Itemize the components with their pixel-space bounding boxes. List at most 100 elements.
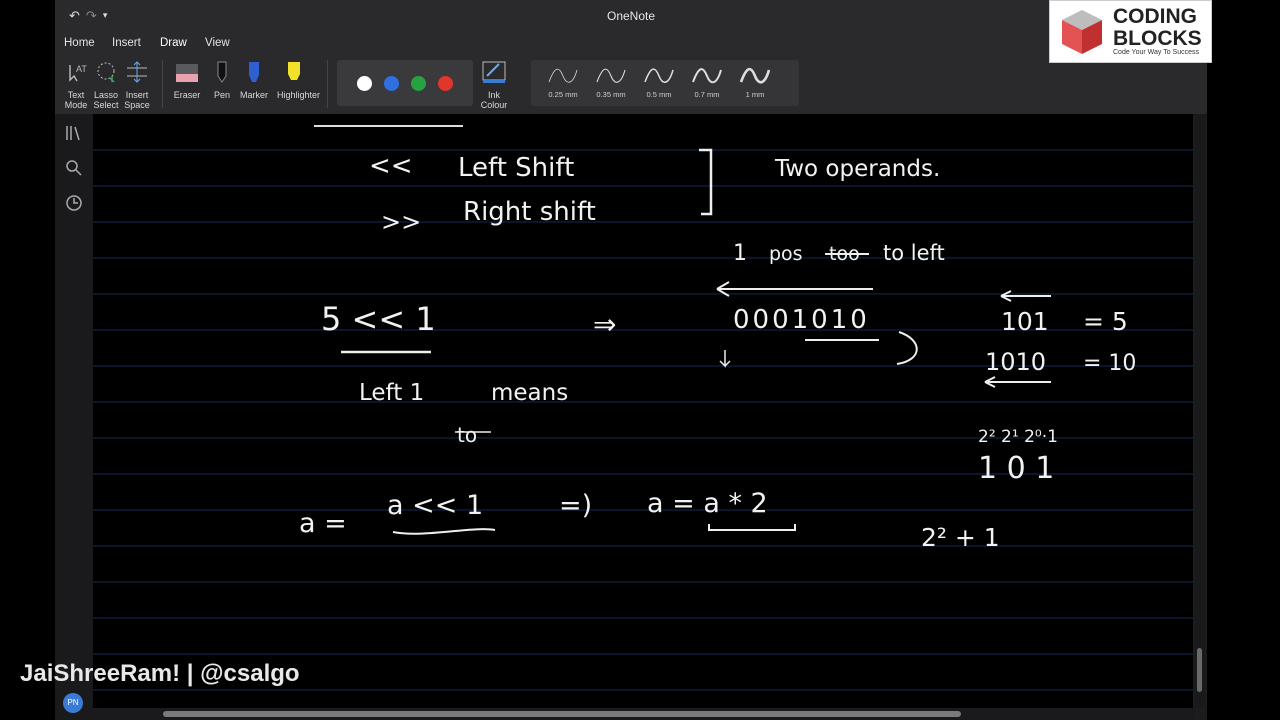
lasso-select-button[interactable]: Lasso Select (89, 60, 123, 110)
ink-color-palette (337, 60, 473, 106)
logo-tagline: Code Your Way To Success (1113, 49, 1199, 56)
vertical-scrollbar[interactable] (1195, 114, 1205, 708)
ribbon-tabs: Home Insert Draw View (55, 32, 1207, 56)
text-cursor-icon: AT (69, 64, 87, 82)
eraser-label: Eraser (173, 90, 201, 100)
ink-drawing[interactable]: << Left Shift >> Right shift Two operand… (93, 114, 1193, 708)
note-to-left: to left (883, 241, 945, 265)
title-bar: ↶ ↷ ▾ OneNote (55, 0, 1207, 32)
ribbon-divider (327, 60, 328, 108)
highlighter-button[interactable]: Highlighter (277, 60, 321, 100)
pen-button[interactable]: Pen (205, 60, 239, 100)
stroke-icon (739, 67, 771, 84)
history-icon[interactable] (65, 194, 83, 212)
note-equals-10: = 10 (1083, 351, 1136, 376)
thickness-label: 0.25 mm (548, 90, 578, 99)
stroke-icon (644, 68, 674, 83)
note-implies: =) (559, 490, 592, 521)
window-title: OneNote (606, 9, 656, 23)
marker-button[interactable]: Marker (237, 60, 271, 100)
tab-view[interactable]: View (205, 37, 230, 49)
note-two-operands: Two operands. (774, 156, 940, 182)
left-arrow-stroke (1000, 290, 1051, 302)
horizontal-scrollbar[interactable] (93, 708, 1195, 720)
note-a-shift: a << 1 (387, 490, 483, 521)
thickness-025-button[interactable]: 0.25 mm (541, 64, 585, 99)
thickness-035-button[interactable]: 0.35 mm (589, 64, 633, 99)
rule-lines (93, 149, 1193, 691)
color-white-swatch[interactable] (357, 76, 372, 91)
note-right-shift: Right shift (463, 197, 596, 227)
lasso-icon (97, 62, 115, 83)
note-pos-number: 1 (733, 241, 747, 266)
navigation-sidebar (55, 114, 94, 720)
note-left-1: Left 1 (359, 380, 424, 406)
note-powers: 2² 2¹ 2⁰·1 (978, 427, 1058, 447)
ink-colour-icon (482, 61, 506, 83)
note-means: means (491, 380, 568, 406)
cube-logo-icon (1062, 10, 1102, 54)
ink-colour-button[interactable]: Ink Colour (477, 60, 511, 110)
note-left-shift: Left Shift (458, 153, 574, 183)
insert-space-icon (127, 61, 147, 83)
ink-colour-label: Ink Colour (480, 90, 508, 110)
scroll-thumb[interactable] (163, 711, 961, 717)
eraser-button[interactable]: Eraser (170, 60, 204, 100)
stroke-icon (548, 68, 578, 83)
note-right-shift-op: >> (381, 208, 421, 236)
logo-line-1: CODING (1113, 5, 1197, 28)
color-green-swatch[interactable] (411, 76, 426, 91)
draw-ribbon: AT Text Mode Lasso Select Insert Space E… (55, 54, 1207, 115)
thickness-07-button[interactable]: 0.7 mm (685, 64, 729, 99)
pen-icon (217, 61, 227, 83)
note-pos: pos (769, 243, 803, 265)
note-sum: 2² + 1 (921, 523, 1000, 552)
coding-blocks-logo: CODING BLOCKS Code Your Way To Success (1049, 0, 1212, 63)
thickness-label: 0.7 mm (694, 90, 720, 99)
implies-arrow: ⇒ (593, 308, 616, 341)
tab-insert[interactable]: Insert (112, 37, 141, 49)
color-red-swatch[interactable] (438, 76, 453, 91)
note-a-times-2: a = a * 2 (647, 488, 768, 519)
library-icon[interactable] (65, 124, 83, 142)
note-equals-5: = 5 (1083, 307, 1128, 336)
thickness-05-button[interactable]: 0.5 mm (637, 64, 681, 99)
underline-stroke (392, 528, 496, 535)
thickness-label: 1 mm (745, 90, 765, 99)
eraser-icon (176, 64, 198, 82)
logo-title: CODING BLOCKS (1113, 6, 1202, 50)
insert-space-label: Insert Space (124, 90, 150, 110)
channel-watermark: JaiShreeRam! | @csalgo (20, 660, 300, 687)
note-binary-101: 101 (1001, 307, 1049, 336)
down-arrow-stroke (719, 350, 731, 368)
note-a-equals: a = (299, 508, 347, 539)
stroke-icon (596, 68, 626, 83)
marker-label: Marker (239, 90, 268, 100)
marker-icon (249, 62, 259, 82)
note-expression: 5 << 1 (321, 300, 436, 338)
underbrace-stroke (708, 524, 796, 531)
text-mode-button[interactable]: AT Text Mode (59, 60, 93, 110)
thickness-1-button[interactable]: 1 mm (733, 64, 777, 99)
note-canvas[interactable]: << Left Shift >> Right shift Two operand… (93, 114, 1193, 708)
avatar[interactable]: PN (63, 693, 83, 713)
curve-arrow-stroke (896, 331, 918, 365)
note-bits: 1 0 1 (978, 451, 1054, 486)
highlighter-label: Highlighter (277, 90, 321, 100)
search-icon[interactable] (65, 159, 83, 177)
thickness-label: 0.35 mm (596, 90, 626, 99)
bracket-stroke (699, 148, 713, 216)
insert-space-button[interactable]: Insert Space (120, 60, 154, 110)
tab-home[interactable]: Home (64, 37, 95, 49)
stroke-icon (692, 68, 722, 84)
thickness-label: 0.5 mm (646, 90, 672, 99)
highlighter-icon (288, 62, 300, 80)
lasso-select-label: Lasso Select (93, 90, 119, 110)
text-mode-label: Text Mode (64, 90, 88, 110)
note-binary: 0001010 (733, 305, 870, 335)
scroll-thumb[interactable] (1197, 648, 1202, 692)
ribbon-divider (162, 60, 163, 108)
tab-draw[interactable]: Draw (160, 37, 187, 56)
color-blue-swatch[interactable] (384, 76, 399, 91)
thickness-palette: 0.25 mm 0.35 mm 0.5 mm 0.7 mm 1 mm (531, 60, 799, 106)
